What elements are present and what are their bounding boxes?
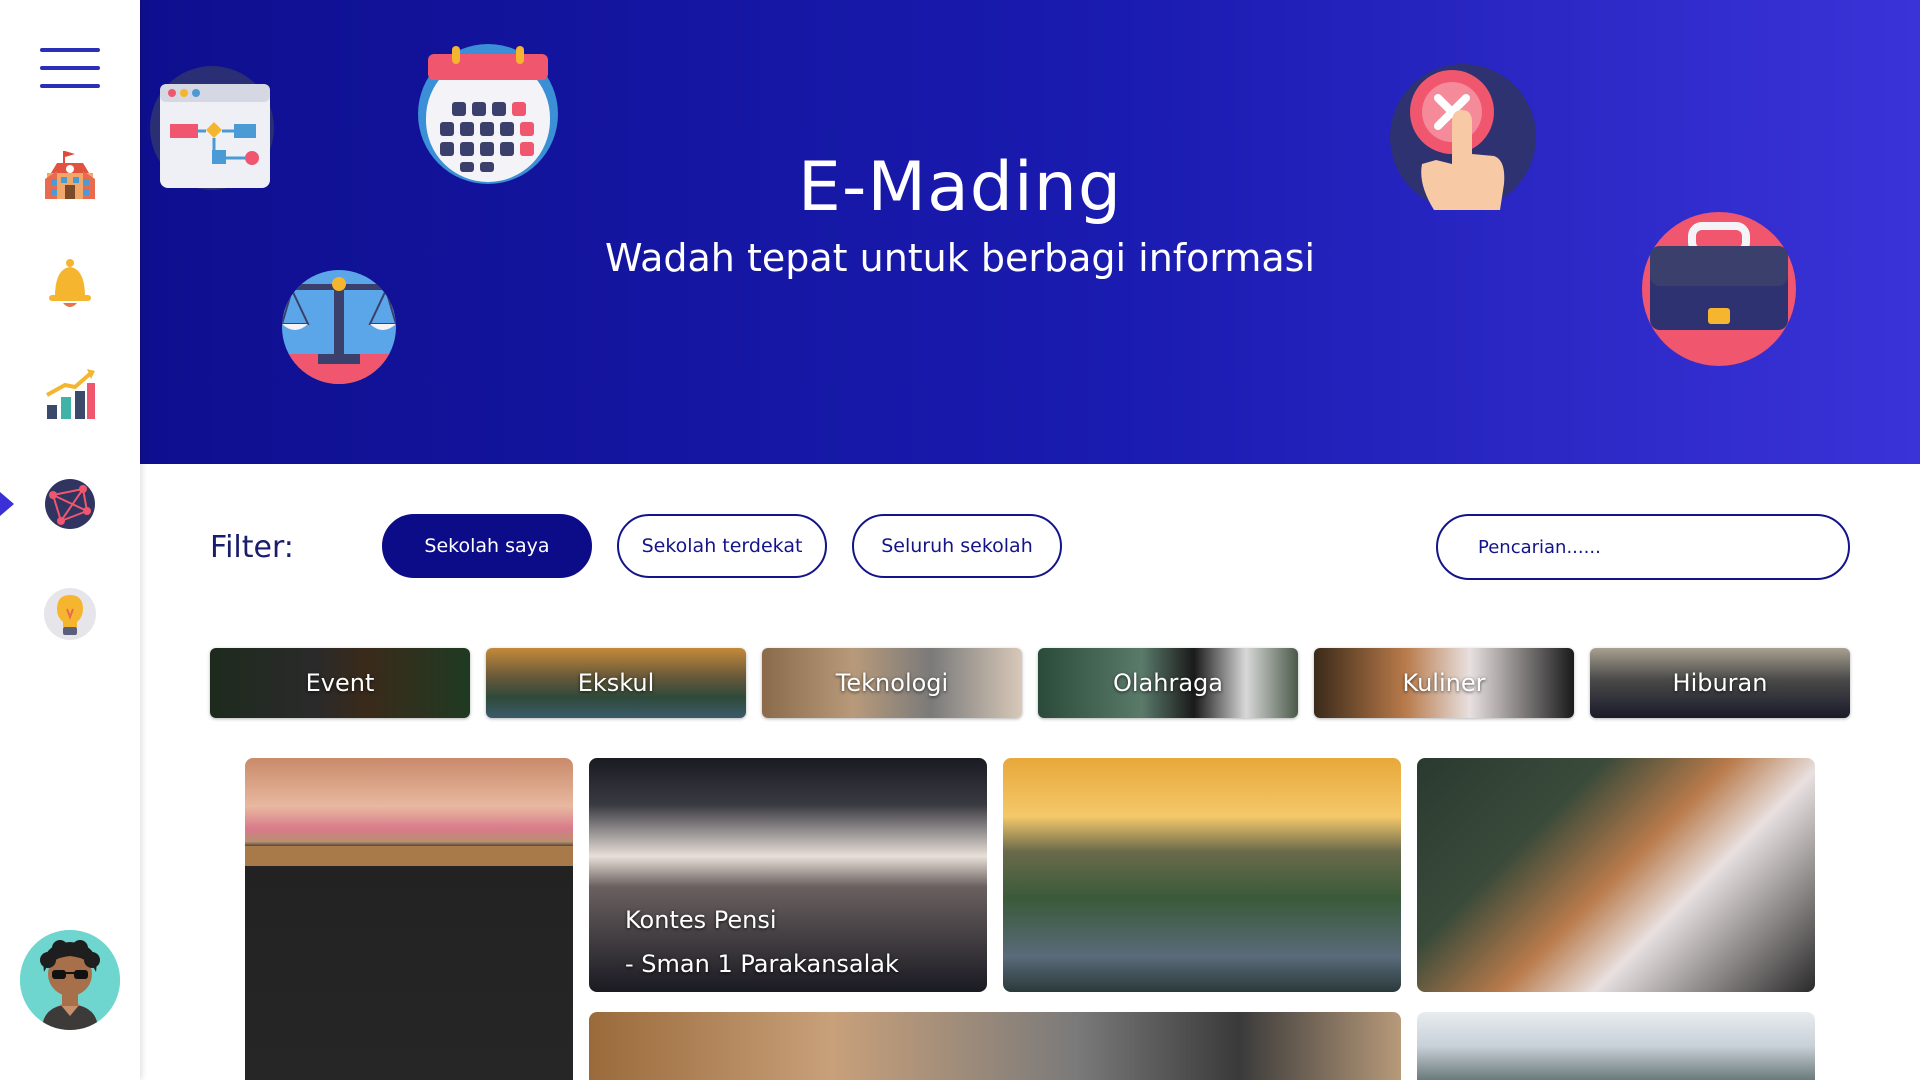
post-image <box>1417 1012 1815 1080</box>
lightbulb-icon[interactable] <box>42 586 98 642</box>
avatar[interactable] <box>20 930 120 1030</box>
hero-banner: E-Mading Wadah tepat untuk berbagi infor… <box>140 0 1920 464</box>
post-card-technology[interactable] <box>589 1012 1401 1080</box>
filter-all-schools-button[interactable]: Seluruh sekolah <box>852 514 1062 578</box>
filter-my-school-button[interactable]: Sekolah saya <box>382 514 592 578</box>
category-label: Event <box>305 669 375 697</box>
school-icon[interactable] <box>42 148 98 204</box>
briefcase-icon <box>1642 212 1796 366</box>
network-icon[interactable] <box>42 476 98 532</box>
category-kuliner[interactable]: Kuliner <box>1314 648 1574 718</box>
bell-icon[interactable] <box>42 256 98 312</box>
post-card-hiking[interactable] <box>1417 1012 1815 1080</box>
category-label: Kuliner <box>1402 669 1486 697</box>
post-card-food[interactable] <box>1417 758 1815 992</box>
menu-icon[interactable] <box>40 48 100 92</box>
scales-icon <box>282 270 396 384</box>
category-hiburan[interactable]: Hiburan <box>1590 648 1850 718</box>
category-label: Ekskul <box>577 669 655 697</box>
category-event[interactable]: Event <box>210 648 470 718</box>
post-image <box>1003 758 1401 992</box>
cancel-touch-icon <box>1390 64 1536 210</box>
post-image <box>589 1012 1401 1080</box>
category-ekskul[interactable]: Ekskul <box>486 648 746 718</box>
post-title: Kontes Pensi <box>625 906 777 934</box>
category-label: Teknologi <box>835 669 949 697</box>
chalkboard-frame <box>245 846 573 866</box>
category-olahraga[interactable]: Olahraga <box>1038 648 1298 718</box>
post-card-kontes-pensi[interactable]: Kontes Pensi - Sman 1 Parakansalak <box>589 758 987 992</box>
category-label: Hiburan <box>1672 669 1768 697</box>
filter-label: Filter: <box>210 530 294 565</box>
post-subtitle: - Sman 1 Parakansalak <box>625 950 899 978</box>
post-card-landscape[interactable] <box>1003 758 1401 992</box>
sidebar <box>0 0 140 1080</box>
chart-icon[interactable] <box>42 366 98 422</box>
post-image <box>1417 758 1815 992</box>
category-teknologi[interactable]: Teknologi <box>762 648 1022 718</box>
active-indicator <box>0 492 14 516</box>
filter-nearest-school-button[interactable]: Sekolah terdekat <box>617 514 827 578</box>
search-input[interactable] <box>1436 514 1850 580</box>
post-card-back-to-school[interactable] <box>245 758 573 1080</box>
post-image <box>245 758 573 1080</box>
category-label: Olahraga <box>1113 669 1223 697</box>
page-subtitle: Wadah tepat untuk berbagi informasi <box>604 236 1316 280</box>
